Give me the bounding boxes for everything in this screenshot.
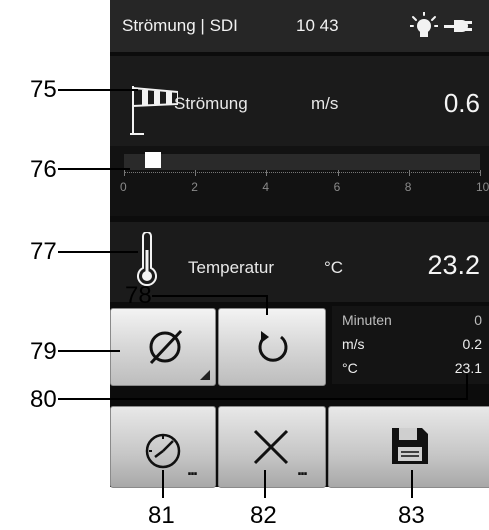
scale-tick [408,170,410,176]
callout-leader [58,398,468,400]
callout-label: 77 [30,238,57,265]
circular-arrow-icon [251,325,295,374]
info-row-minutes: Minuten 0 [342,312,482,332]
scale-tick-label: 8 [404,180,412,194]
callout-label: 83 [398,502,425,529]
info-key: Minuten [342,312,392,328]
callout-leader [58,89,138,91]
scale-tick-label: 10 [476,180,489,194]
temperature-unit: °C [324,258,344,277]
callout-leader [58,251,138,253]
scale-tick-label: 6 [333,180,341,194]
temperature-label: Temperatur [188,258,274,277]
scale-tick-label: 2 [191,180,198,194]
scale-tick [337,170,339,176]
callout-label: 75 [30,76,57,103]
flow-scale: 0 2 4 6 8 10 [110,146,489,216]
power-plug-icon [444,18,474,39]
scale-tick [195,170,197,176]
info-key: m/s [342,336,365,352]
status-time: 10 43 [296,16,339,35]
callout-leader [58,168,130,170]
scale-tick-label: 0 [120,180,127,194]
reset-button[interactable] [218,308,326,386]
callout-leader [266,295,268,315]
callout-leader [466,374,468,400]
info-panel: Minuten 0 m/s 0.2 °C 23.1 [332,306,489,384]
callout-label: 82 [250,502,277,529]
info-row-speed: m/s 0.2 [342,336,482,356]
scale-tick [124,170,125,176]
device-screen: Strömung | SDI 10 43 Strömung m/s 0.6 0 … [110,0,489,488]
callout-label: 76 [30,156,57,183]
info-key: °C [342,360,358,376]
clear-button[interactable]: ... [218,406,326,488]
flow-unit: m/s [311,94,339,113]
flow-scale-ruler [124,172,480,174]
scale-tick-label: 4 [262,180,270,194]
corner-indicator [200,370,210,380]
callout-label: 78 [125,282,152,309]
floppy-disk-icon [389,425,431,472]
callout-label: 80 [30,386,57,413]
stopwatch-icon [141,427,185,476]
temperature-value: 23.2 [427,250,480,280]
info-value: 0 [474,312,482,328]
callout-leader [264,470,266,498]
callout-leader [411,470,413,498]
callout-leader [152,295,268,297]
average-button[interactable] [110,308,216,386]
more-indicator: ... [187,459,198,479]
flow-scale-marker[interactable] [145,152,162,168]
status-bar: Strömung | SDI 10 43 [110,0,489,52]
info-value: 23.1 [454,360,482,376]
flow-scale-track [124,154,480,170]
save-button[interactable] [328,406,489,488]
scale-tick [480,170,481,176]
callout-label: 79 [30,338,57,365]
callout-leader [58,350,120,352]
windsock-icon [130,82,179,143]
callout-label: 81 [148,502,175,529]
more-indicator: ... [297,459,308,479]
flow-value: 0.6 [443,88,480,118]
temperature-panel: Temperatur °C 23.2 [110,222,489,302]
callout-leader [162,470,164,498]
info-row-temperature: °C 23.1 [342,360,482,380]
flow-label: Strömung [174,94,248,113]
status-title: Strömung | SDI [122,16,238,35]
flow-panel: Strömung m/s 0.6 [110,56,489,146]
scale-tick [266,170,268,176]
light-bulb-icon [409,11,439,45]
cross-icon [249,425,293,474]
info-value: 0.2 [462,336,482,352]
average-diameter-icon [143,325,187,374]
